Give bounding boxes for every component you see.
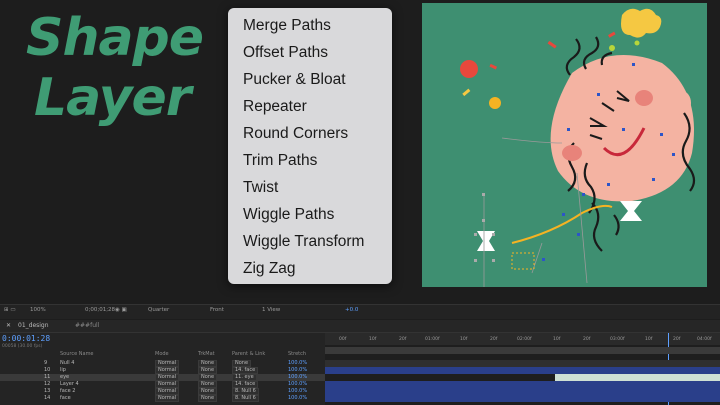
col-parent: Parent & Link [232,351,266,357]
layer-name: Null 4 [60,360,75,366]
layer-name: Layer 4 [60,381,79,387]
view-dropdown[interactable]: Front [210,307,224,313]
camera-icon[interactable]: ◉ ▣ [115,307,127,313]
viewer-toolbar: ⊞ ▭ 100% 0;00;01;28 ◉ ▣ Quarter Front 1 … [0,304,720,319]
table-row[interactable]: 11 eye Normal None 11. eye 100.0% [0,374,325,381]
composition-viewer[interactable] [422,3,707,287]
col-stretch: Stretch [288,351,307,357]
fps-readout: 00058 (30.00 fps) [2,344,43,349]
menu-item-pucker-bloat[interactable]: Pucker & Bloat [243,71,346,89]
menu-item-offset-paths[interactable]: Offset Paths [243,44,328,62]
time-ruler[interactable]: 00f 10f 20f 01:00f 10f 20f 02:00f 10f 20… [325,333,720,345]
yellow-blob [621,8,662,38]
table-row[interactable]: 9 Null 4 Normal None None 100.0% [0,360,325,367]
menu-item-zig-zag[interactable]: Zig Zag [243,260,296,278]
tab-comp[interactable]: 01_design [18,322,49,329]
zoom-dropdown[interactable]: 100% [30,307,46,313]
layer-name: face [60,395,71,401]
timeline-tabs: ✕ 01_design ###full [0,320,720,333]
illustration [460,8,696,287]
layer-panel: 0:00:01:28 00058 (30.00 fps) Source Name… [0,333,325,405]
current-time[interactable]: 0:00:01:28 [2,334,50,343]
effects-menu: Merge Paths Offset Paths Pucker & Bloat … [228,8,392,284]
resolution-dropdown[interactable]: Quarter [148,307,169,313]
col-source: Source Name [60,351,94,357]
col-mode: Mode [155,351,169,357]
menu-item-wiggle-paths[interactable]: Wiggle Paths [243,206,334,224]
toolbar-timecode[interactable]: 0;00;01;28 [85,307,115,313]
red-dot [460,60,478,78]
tab-second[interactable]: ###full [75,322,99,329]
layer-name: lip [60,367,66,373]
layer-name: face 2 [60,388,76,394]
menu-item-wiggle-transform[interactable]: Wiggle Transform [243,233,364,251]
table-row[interactable]: 14 face Normal None 8. Null 6 100.0% [0,395,325,402]
table-row[interactable]: 13 face 2 Normal None 8. Null 6 100.0% [0,388,325,395]
close-icon[interactable]: ✕ [6,322,11,329]
menu-item-round-corners[interactable]: Round Corners [243,125,348,143]
col-trkmat: TrkMat [198,351,215,357]
title-line-2: Layer [34,68,191,128]
title-line-1: Shape [26,8,204,68]
menu-item-twist[interactable]: Twist [243,179,278,197]
layer-name: eye [60,374,70,380]
table-row[interactable]: 10 lip Normal None 14. face 100.0% [0,367,325,374]
menu-item-repeater[interactable]: Repeater [243,98,307,116]
table-row[interactable]: 12 Layer 4 Normal None 14. face 100.0% [0,381,325,388]
views-dropdown[interactable]: 1 View [262,307,280,313]
exposure-offset[interactable]: +0.0 [345,307,358,313]
menu-item-trim-paths[interactable]: Trim Paths [243,152,317,170]
grid-icon[interactable]: ⊞ ▭ [4,307,16,313]
timeline-tracks[interactable]: 00f 10f 20f 01:00f 10f 20f 02:00f 10f 20… [325,333,720,405]
menu-item-merge-paths[interactable]: Merge Paths [243,17,331,35]
